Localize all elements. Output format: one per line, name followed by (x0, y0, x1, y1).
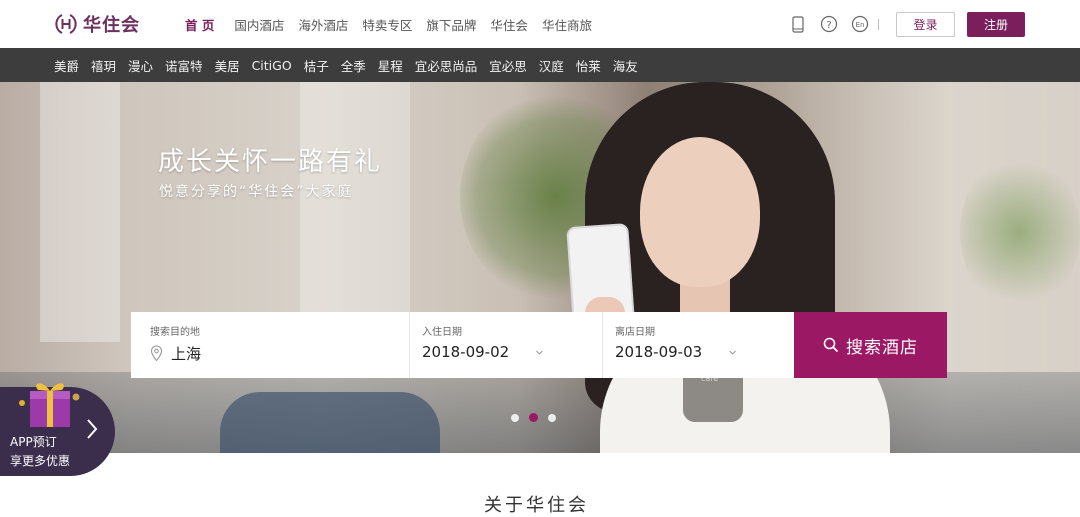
carousel-dot-active[interactable] (529, 413, 538, 422)
chevron-right-icon (87, 419, 98, 439)
nav-domestic-hotels[interactable]: 国内酒店 (227, 15, 291, 34)
carousel-dot[interactable] (548, 413, 556, 422)
brand-item[interactable]: 海友 (607, 56, 644, 75)
svg-text:?: ? (826, 20, 831, 31)
register-button[interactable]: 注册 (967, 12, 1025, 37)
section-title: 关于华住会 (484, 495, 589, 516)
brand-item[interactable]: 怡莱 (570, 56, 607, 75)
language-en-label: En (856, 21, 865, 29)
brand-item[interactable]: 星程 (372, 56, 409, 75)
checkin-value: 2018-09-02 (422, 343, 510, 361)
gift-box-icon (19, 383, 80, 427)
main-nav: 首 页 国内酒店 海外酒店 特卖专区 旗下品牌 华住会 华住商旅 (172, 0, 599, 48)
nav-overseas-hotels[interactable]: 海外酒店 (291, 15, 355, 34)
brand-item[interactable]: 宜必思尚品 (409, 56, 484, 75)
hero-background-chair (220, 392, 440, 453)
hero-banner[interactable]: cafe (0, 82, 1080, 453)
destination-value: 上海 (171, 345, 202, 363)
hero-subtitle: 悦意分享的“华住会”大家庭 (159, 184, 354, 200)
nav-home[interactable]: 首 页 (172, 15, 227, 34)
language-en-icon[interactable]: En (851, 15, 869, 33)
brand-item[interactable]: 漫心 (122, 56, 159, 75)
logo-mark-icon (55, 14, 77, 34)
header-divider (878, 18, 879, 30)
search-button-label: 搜索酒店 (846, 337, 918, 358)
app-promo-line2: 享更多优惠 (10, 454, 71, 468)
location-pin-icon (150, 345, 163, 362)
checkin-label: 入住日期 (422, 327, 462, 338)
brand-item[interactable]: CitiGO (246, 58, 298, 73)
hero-woman-face (640, 137, 760, 287)
brand-bar: 美爵 禧玥 漫心 诺富特 美居 CitiGO 桔子 全季 星程 宜必思尚品 宜必… (0, 48, 1080, 82)
chevron-down-icon (729, 350, 736, 355)
checkout-label: 离店日期 (615, 327, 655, 338)
nav-special-sale[interactable]: 特卖专区 (355, 15, 419, 34)
carousel-dots (511, 413, 556, 422)
chevron-down-icon (536, 350, 543, 355)
brand-item[interactable]: 桔子 (298, 56, 335, 75)
hero-title: 成长关怀一路有礼 (158, 147, 383, 177)
carousel-dot[interactable] (511, 413, 519, 422)
nav-brands[interactable]: 旗下品牌 (419, 15, 483, 34)
app-promo-line1: APP预订 (10, 435, 57, 449)
logo[interactable]: 华住会 (54, 11, 140, 37)
top-header: 华住会 首 页 国内酒店 海外酒店 特卖专区 旗下品牌 华住会 华住商旅 ? E… (0, 0, 1080, 48)
brand-item[interactable]: 宜必思 (483, 56, 533, 75)
checkout-date-field[interactable]: 离店日期 2018-09-03 (603, 312, 794, 378)
logo-text: 华住会 (83, 15, 140, 36)
search-icon (823, 337, 839, 353)
brand-item[interactable]: 禧玥 (85, 56, 122, 75)
destination-label: 搜索目的地 (150, 327, 200, 338)
checkin-date-field[interactable]: 入住日期 2018-09-02 (410, 312, 603, 378)
checkout-value: 2018-09-03 (615, 343, 703, 361)
hotel-search-panel: 搜索目的地 上海 入住日期 2018-09-02 离店日期 2018-09-03… (131, 312, 947, 378)
destination-field[interactable]: 搜索目的地 上海 (131, 312, 410, 378)
hero-background-window (40, 82, 120, 342)
header-icons: ? En (789, 15, 879, 33)
nav-business-travel[interactable]: 华住商旅 (535, 15, 599, 34)
app-promo-badge[interactable]: APP预订 享更多优惠 (0, 383, 115, 476)
brand-item[interactable]: 全季 (335, 56, 372, 75)
search-hotels-button[interactable]: 搜索酒店 (794, 312, 947, 378)
brand-item[interactable]: 美居 (209, 56, 246, 75)
brand-item[interactable]: 诺富特 (159, 56, 209, 75)
mobile-icon[interactable] (789, 15, 807, 33)
login-button[interactable]: 登录 (896, 12, 955, 37)
nav-huazhu-club[interactable]: 华住会 (483, 15, 535, 34)
help-icon[interactable]: ? (820, 15, 838, 33)
brand-item[interactable]: 汉庭 (533, 56, 570, 75)
brand-item[interactable]: 美爵 (48, 56, 85, 75)
